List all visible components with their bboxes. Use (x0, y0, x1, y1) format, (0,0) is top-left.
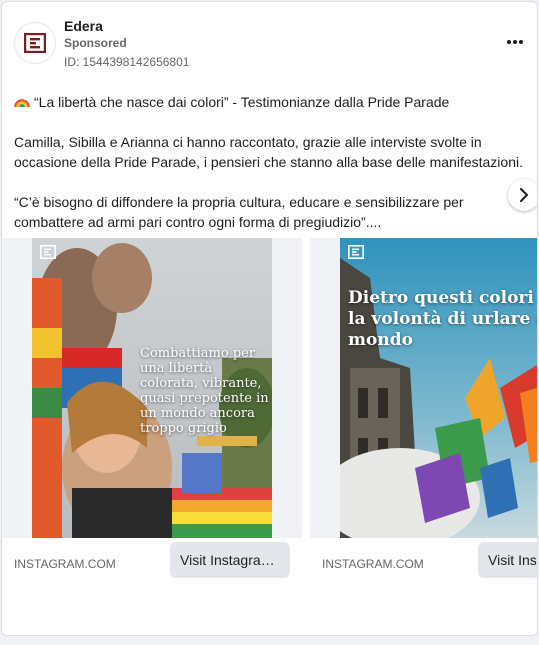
post-paragraph-1: Camilla, Sibilla e Arianna ci hanno racc… (14, 134, 523, 170)
ad-id: ID: 1544398142656801 (64, 55, 190, 69)
post-title-text: “La libertà che nasce dai colori” - Test… (34, 94, 450, 110)
pride-flags-image (340, 238, 537, 538)
visit-instagram-button[interactable]: Visit Instagram profile (170, 542, 290, 578)
link-domain[interactable]: INSTAGRAM.COM (322, 557, 424, 571)
carousel-image[interactable]: Combattiamo per una libertà colorata, vi… (32, 238, 272, 538)
more-options-icon[interactable] (503, 32, 527, 52)
chevron-right-icon (520, 188, 528, 202)
post-title: “La libertà che nasce dai colori” - Test… (14, 92, 529, 112)
carousel: Combattiamo per una libertà colorata, vi… (2, 238, 537, 583)
carousel-card-footer: INSTAGRAM.COM Visit Instagram profile (2, 538, 302, 583)
visit-instagram-button[interactable]: Visit Instagram profile (478, 542, 537, 578)
carousel-card-footer: INSTAGRAM.COM Visit Instagram profile (310, 538, 537, 583)
carousel-image[interactable]: Dietro questi colori c’è la volontà di u… (340, 238, 537, 538)
link-domain[interactable]: INSTAGRAM.COM (14, 557, 116, 571)
carousel-next-button[interactable] (508, 179, 537, 211)
edera-logo-icon (24, 33, 46, 53)
post-text: “La libertà che nasce dai colori” - Test… (14, 92, 529, 252)
edera-watermark-icon (40, 245, 56, 259)
ad-card: Edera Sponsored ID: 1544398142656801 “La… (1, 1, 538, 636)
post-paragraph-2: “C’è bisogno di diffondere la propria cu… (14, 194, 464, 230)
page-name[interactable]: Edera (64, 18, 103, 34)
slide-overlay-text: Dietro questi colori c’è la volontà di u… (348, 288, 537, 350)
carousel-card[interactable]: Dietro questi colori c’è la volontà di u… (310, 238, 537, 583)
rainbow-icon (14, 99, 30, 108)
edera-watermark-icon (348, 245, 364, 259)
post-header: Edera Sponsored ID: 1544398142656801 (14, 18, 529, 69)
sponsored-label: Sponsored (64, 36, 127, 50)
slide-overlay-text: Combattiamo per una libertà colorata, vi… (140, 346, 269, 436)
carousel-card[interactable]: Combattiamo per una libertà colorata, vi… (2, 238, 302, 583)
visit-instagram-button-label: Visit Instagram profile (180, 552, 290, 568)
page-avatar[interactable] (14, 22, 56, 64)
visit-instagram-button-label: Visit Instagram profile (488, 552, 537, 568)
